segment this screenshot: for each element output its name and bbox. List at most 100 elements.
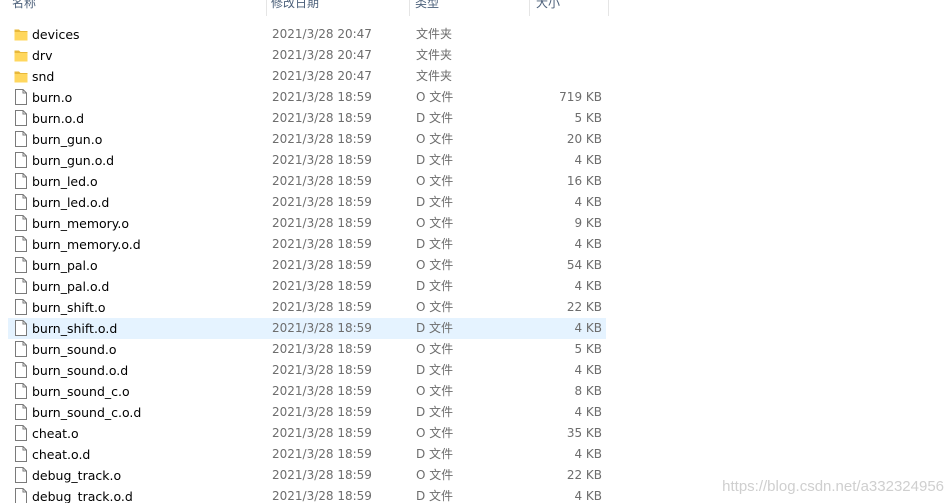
- file-list: devices 2021/3/28 20:47 文件夹 drv 2021/3/28 20…: [0, 24, 952, 503]
- file-icon: [14, 173, 28, 189]
- modified-date: 2021/3/28 18:59: [272, 111, 372, 125]
- file-row[interactable]: burn_shift.o 2021/3/28 18:59 O 文件 22 KB: [0, 297, 952, 318]
- file-icon: [14, 425, 28, 441]
- file-type: O 文件: [416, 384, 454, 398]
- modified-date: 2021/3/28 18:59: [272, 279, 372, 293]
- file-size: 4 KB: [574, 195, 602, 209]
- file-name: debug_track.o.d: [32, 489, 133, 503]
- file-name: burn_led.o: [32, 174, 98, 189]
- file-type: O 文件: [416, 174, 454, 188]
- file-name: devices: [32, 27, 80, 42]
- column-header-type[interactable]: 类型: [415, 0, 527, 16]
- file-row[interactable]: burn_pal.o 2021/3/28 18:59 O 文件 54 KB: [0, 255, 952, 276]
- file-row[interactable]: burn_led.o.d 2021/3/28 18:59 D 文件 4 KB: [0, 192, 952, 213]
- file-row[interactable]: burn_sound.o 2021/3/28 18:59 O 文件 5 KB: [0, 339, 952, 360]
- modified-date: 2021/3/28 18:59: [272, 342, 372, 356]
- modified-date: 2021/3/28 18:59: [272, 132, 372, 146]
- modified-date: 2021/3/28 20:47: [272, 69, 372, 83]
- modified-date: 2021/3/28 18:59: [272, 321, 372, 335]
- file-row[interactable]: burn_led.o 2021/3/28 18:59 O 文件 16 KB: [0, 171, 952, 192]
- file-size: 54 KB: [566, 258, 602, 272]
- folder-row[interactable]: snd 2021/3/28 20:47 文件夹: [0, 66, 952, 87]
- file-size: 4 KB: [574, 237, 602, 251]
- file-icon: [14, 383, 28, 399]
- folder-row[interactable]: devices 2021/3/28 20:47 文件夹: [0, 24, 952, 45]
- file-type: O 文件: [416, 300, 454, 314]
- modified-date: 2021/3/28 18:59: [272, 153, 372, 167]
- file-icon: [14, 341, 28, 357]
- modified-date: 2021/3/28 18:59: [272, 363, 372, 377]
- file-icon: [14, 404, 28, 420]
- file-row[interactable]: burn_gun.o.d 2021/3/28 18:59 D 文件 4 KB: [0, 150, 952, 171]
- file-name: snd: [32, 69, 55, 84]
- file-row[interactable]: burn_sound_c.o.d 2021/3/28 18:59 D 文件 4 KB: [0, 402, 952, 423]
- file-size: 719 KB: [559, 90, 602, 104]
- file-size: 35 KB: [566, 426, 602, 440]
- file-size: 22 KB: [566, 300, 602, 314]
- file-type: D 文件: [416, 237, 454, 251]
- file-type: O 文件: [416, 342, 454, 356]
- file-name: burn_shift.o.d: [32, 321, 118, 336]
- modified-date: 2021/3/28 18:59: [272, 300, 372, 314]
- file-size: 5 KB: [574, 111, 602, 125]
- file-type: O 文件: [416, 216, 454, 230]
- modified-date: 2021/3/28 18:59: [272, 195, 372, 209]
- file-icon: [14, 110, 28, 126]
- column-header-name[interactable]: 名称: [12, 0, 266, 16]
- file-size: 4 KB: [574, 363, 602, 377]
- file-type: D 文件: [416, 111, 454, 125]
- file-type: D 文件: [416, 153, 454, 167]
- file-size: 4 KB: [574, 405, 602, 419]
- file-name: burn_sound_c.o: [32, 384, 130, 399]
- file-row[interactable]: burn_sound.o.d 2021/3/28 18:59 D 文件 4 KB: [0, 360, 952, 381]
- file-row[interactable]: burn_pal.o.d 2021/3/28 18:59 D 文件 4 KB: [0, 276, 952, 297]
- file-row[interactable]: burn_memory.o 2021/3/28 18:59 O 文件 9 KB: [0, 213, 952, 234]
- file-name: cheat.o.d: [32, 447, 91, 462]
- column-header-bar: 名称 修改日期 类型 大小: [0, 0, 610, 16]
- column-header-size[interactable]: 大小: [536, 0, 608, 16]
- file-row[interactable]: burn_shift.o.d 2021/3/28 18:59 D 文件 4 KB: [0, 318, 952, 339]
- file-row[interactable]: burn_gun.o 2021/3/28 18:59 O 文件 20 KB: [0, 129, 952, 150]
- modified-date: 2021/3/28 18:59: [272, 405, 372, 419]
- modified-date: 2021/3/28 18:59: [272, 258, 372, 272]
- file-name: burn_pal.o: [32, 258, 98, 273]
- file-icon: [14, 299, 28, 315]
- file-row[interactable]: burn_sound_c.o 2021/3/28 18:59 O 文件 8 KB: [0, 381, 952, 402]
- file-row[interactable]: cheat.o 2021/3/28 18:59 O 文件 35 KB: [0, 423, 952, 444]
- file-row[interactable]: burn.o.d 2021/3/28 18:59 D 文件 5 KB: [0, 108, 952, 129]
- file-row[interactable]: burn.o 2021/3/28 18:59 O 文件 719 KB: [0, 87, 952, 108]
- file-name: cheat.o: [32, 426, 79, 441]
- file-name: burn_sound.o.d: [32, 363, 129, 378]
- modified-date: 2021/3/28 18:59: [272, 426, 372, 440]
- file-icon: [14, 446, 28, 462]
- column-divider[interactable]: [409, 0, 410, 16]
- file-icon: [14, 194, 28, 210]
- file-type: O 文件: [416, 426, 454, 440]
- file-size: 4 KB: [574, 489, 602, 503]
- file-name: burn.o: [32, 90, 73, 105]
- file-icon: [14, 131, 28, 147]
- file-type: D 文件: [416, 363, 454, 377]
- modified-date: 2021/3/28 18:59: [272, 174, 372, 188]
- file-size: 20 KB: [566, 132, 602, 146]
- file-name: drv: [32, 48, 53, 63]
- file-type: D 文件: [416, 195, 454, 209]
- folder-row[interactable]: drv 2021/3/28 20:47 文件夹: [0, 45, 952, 66]
- file-size: 22 KB: [566, 468, 602, 482]
- file-size: 4 KB: [574, 321, 602, 335]
- file-icon: [14, 278, 28, 294]
- column-divider[interactable]: [266, 0, 267, 16]
- modified-date: 2021/3/28 20:47: [272, 27, 372, 41]
- file-row[interactable]: burn_memory.o.d 2021/3/28 18:59 D 文件 4 KB: [0, 234, 952, 255]
- file-type: 文件夹: [416, 69, 453, 83]
- file-name: debug_track.o: [32, 468, 122, 483]
- file-row[interactable]: cheat.o.d 2021/3/28 18:59 D 文件 4 KB: [0, 444, 952, 465]
- column-divider[interactable]: [529, 0, 530, 16]
- file-icon: [14, 257, 28, 273]
- file-name: burn_shift.o: [32, 300, 106, 315]
- file-size: 16 KB: [566, 174, 602, 188]
- column-divider[interactable]: [608, 0, 609, 16]
- file-name: burn_gun.o.d: [32, 153, 115, 168]
- modified-date: 2021/3/28 18:59: [272, 489, 372, 503]
- column-header-date[interactable]: 修改日期: [271, 0, 409, 16]
